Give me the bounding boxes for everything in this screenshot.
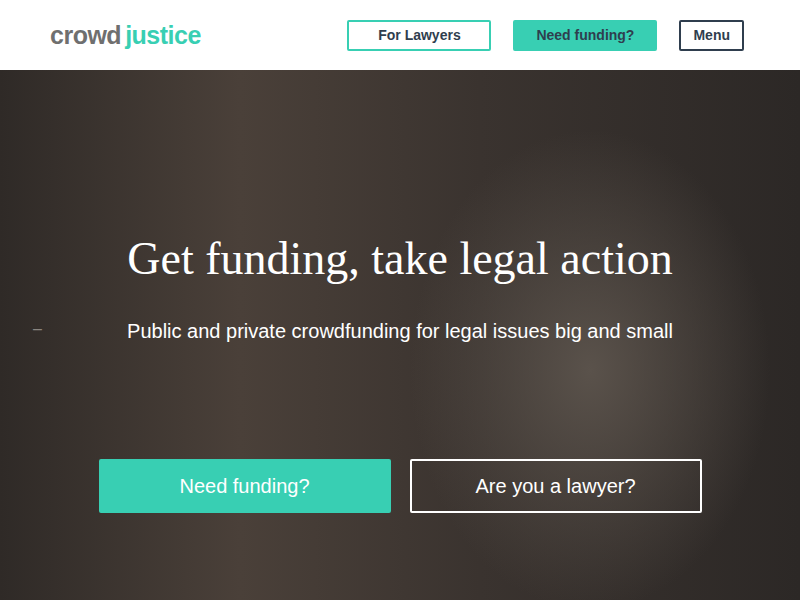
logo-second: justice [125, 21, 201, 49]
logo-first: crowd [50, 21, 121, 49]
hero-title: Get funding, take legal action [127, 232, 672, 285]
header-nav: For Lawyers Need funding? Menu [347, 20, 744, 51]
logo[interactable]: crowdjustice [50, 21, 201, 50]
hero-subtitle: Public and private crowdfunding for lega… [127, 319, 673, 343]
hero-button[interactable]: Are you a lawyer? [410, 459, 702, 513]
header-button[interactable]: Need funding? [513, 20, 657, 51]
site-header: crowdjustice For Lawyers Need funding? Men… [0, 0, 800, 70]
header-button[interactable]: Menu [679, 20, 744, 51]
hero: – Get funding, take legal action Public … [0, 70, 800, 600]
hero-actions: Need funding? Are you a lawyer? [99, 459, 702, 513]
hero-content: Get funding, take legal action Public an… [0, 70, 800, 513]
page: crowdjustice For Lawyers Need funding? Men… [0, 0, 800, 600]
carousel-control[interactable]: – [33, 320, 42, 338]
hero-button[interactable]: Need funding? [99, 459, 391, 513]
header-button[interactable]: For Lawyers [347, 20, 491, 51]
